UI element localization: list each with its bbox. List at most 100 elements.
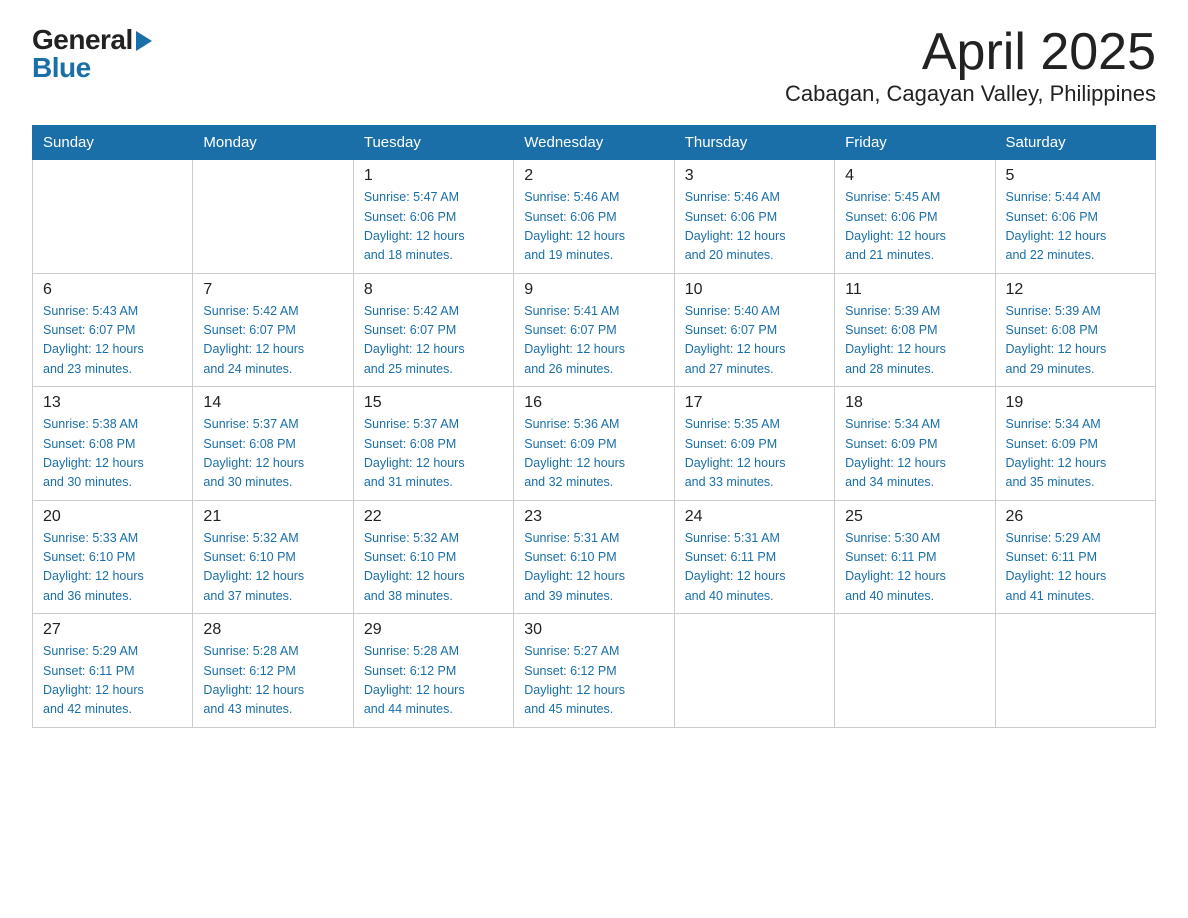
calendar-cell: 13Sunrise: 5:38 AM Sunset: 6:08 PM Dayli… [33, 387, 193, 501]
day-info: Sunrise: 5:41 AM Sunset: 6:07 PM Dayligh… [524, 302, 663, 380]
day-info: Sunrise: 5:46 AM Sunset: 6:06 PM Dayligh… [685, 188, 824, 266]
day-number: 8 [364, 281, 503, 299]
calendar-cell: 11 Sunrise: 5:39 AM Sunset: 6:08 PM Dayli… [835, 273, 995, 387]
logo-arrow-icon [136, 31, 152, 51]
day-info: Sunrise: 5:44 AM Sunset: 6:06 PM Dayligh… [1006, 188, 1145, 266]
calendar-cell: 5Sunrise: 5:44 AM Sunset: 6:06 PM Daylig… [995, 160, 1155, 274]
calendar-cell: 2Sunrise: 5:46 AM Sunset: 6:06 PM Daylig… [514, 160, 674, 274]
calendar-week-3: 13Sunrise: 5:38 AM Sunset: 6:08 PM Dayli… [33, 387, 1156, 501]
day-info: Sunrise: 5:31 AM Sunset: 6:10 PM Dayligh… [524, 529, 663, 607]
day-number: 9 [524, 281, 663, 299]
day-number: 24 [685, 508, 824, 526]
day-info: Sunrise: 5:34 AM Sunset: 6:09 PM Dayligh… [845, 415, 984, 493]
calendar-cell: 14Sunrise: 5:37 AM Sunset: 6:08 PM Dayli… [193, 387, 353, 501]
day-info: Sunrise: 5:32 AM Sunset: 6:10 PM Dayligh… [203, 529, 342, 607]
day-number: 7 [203, 281, 342, 299]
page-header: General Blue April 2025 Cabagan, Cagayan… [32, 24, 1156, 107]
calendar-cell: 20Sunrise: 5:33 AM Sunset: 6:10 PM Dayli… [33, 500, 193, 614]
day-info: Sunrise: 5:42 AM Sunset: 6:07 PM Dayligh… [203, 302, 342, 380]
calendar-cell: 30 Sunrise: 5:27 AM Sunset: 6:12 PM Dayli… [514, 614, 674, 728]
calendar-cell: 9 Sunrise: 5:41 AM Sunset: 6:07 PM Daylig… [514, 273, 674, 387]
day-info: Sunrise: 5:30 AM Sunset: 6:11 PM Dayligh… [845, 529, 984, 607]
day-info: Sunrise: 5:29 AM Sunset: 6:11 PM Dayligh… [1006, 529, 1145, 607]
day-info: Sunrise: 5:45 AM Sunset: 6:06 PM Dayligh… [845, 188, 984, 266]
calendar-cell: 16 Sunrise: 5:36 AM Sunset: 6:09 PM Dayli… [514, 387, 674, 501]
day-number: 17 [685, 394, 824, 412]
day-number: 15 [364, 394, 503, 412]
day-info: Sunrise: 5:40 AM Sunset: 6:07 PM Dayligh… [685, 302, 824, 380]
day-number: 28 [203, 621, 342, 639]
day-header-monday: Monday [193, 126, 353, 160]
day-info: Sunrise: 5:28 AM Sunset: 6:12 PM Dayligh… [364, 642, 503, 720]
day-number: 22 [364, 508, 503, 526]
day-info: Sunrise: 5:39 AM Sunset: 6:08 PM Dayligh… [845, 302, 984, 380]
day-number: 6 [43, 281, 182, 299]
calendar-cell [674, 614, 834, 728]
day-info: Sunrise: 5:27 AM Sunset: 6:12 PM Dayligh… [524, 642, 663, 720]
day-header-friday: Friday [835, 126, 995, 160]
day-number: 13 [43, 394, 182, 412]
day-number: 30 [524, 621, 663, 639]
day-number: 4 [845, 167, 984, 185]
day-number: 3 [685, 167, 824, 185]
day-number: 27 [43, 621, 182, 639]
day-info: Sunrise: 5:43 AM Sunset: 6:07 PM Dayligh… [43, 302, 182, 380]
day-info: Sunrise: 5:31 AM Sunset: 6:11 PM Dayligh… [685, 529, 824, 607]
calendar-header-row: SundayMondayTuesdayWednesdayThursdayFrid… [33, 126, 1156, 160]
day-header-tuesday: Tuesday [353, 126, 513, 160]
day-info: Sunrise: 5:36 AM Sunset: 6:09 PM Dayligh… [524, 415, 663, 493]
calendar-subtitle: Cabagan, Cagayan Valley, Philippines [785, 81, 1156, 107]
day-number: 29 [364, 621, 503, 639]
day-number: 16 [524, 394, 663, 412]
day-number: 20 [43, 508, 182, 526]
calendar-cell: 1 Sunrise: 5:47 AM Sunset: 6:06 PM Daylig… [353, 160, 513, 274]
day-number: 21 [203, 508, 342, 526]
calendar-cell: 21 Sunrise: 5:32 AM Sunset: 6:10 PM Dayli… [193, 500, 353, 614]
calendar-title: April 2025 [785, 24, 1156, 81]
logo: General Blue [32, 24, 152, 84]
day-info: Sunrise: 5:35 AM Sunset: 6:09 PM Dayligh… [685, 415, 824, 493]
day-number: 10 [685, 281, 824, 299]
calendar-cell: 27Sunrise: 5:29 AM Sunset: 6:11 PM Dayli… [33, 614, 193, 728]
day-number: 12 [1006, 281, 1145, 299]
day-header-saturday: Saturday [995, 126, 1155, 160]
day-number: 25 [845, 508, 984, 526]
calendar-cell: 15 Sunrise: 5:37 AM Sunset: 6:08 PM Dayli… [353, 387, 513, 501]
day-info: Sunrise: 5:42 AM Sunset: 6:07 PM Dayligh… [364, 302, 503, 380]
calendar-cell: 12 Sunrise: 5:39 AM Sunset: 6:08 PM Dayli… [995, 273, 1155, 387]
day-info: Sunrise: 5:32 AM Sunset: 6:10 PM Dayligh… [364, 529, 503, 607]
calendar-cell [835, 614, 995, 728]
day-info: Sunrise: 5:34 AM Sunset: 6:09 PM Dayligh… [1006, 415, 1145, 493]
calendar-cell [33, 160, 193, 274]
day-info: Sunrise: 5:47 AM Sunset: 6:06 PM Dayligh… [364, 188, 503, 266]
calendar-cell: 8 Sunrise: 5:42 AM Sunset: 6:07 PM Daylig… [353, 273, 513, 387]
calendar-cell: 7 Sunrise: 5:42 AM Sunset: 6:07 PM Daylig… [193, 273, 353, 387]
day-header-wednesday: Wednesday [514, 126, 674, 160]
calendar-cell: 3 Sunrise: 5:46 AM Sunset: 6:06 PM Daylig… [674, 160, 834, 274]
calendar-cell: 4 Sunrise: 5:45 AM Sunset: 6:06 PM Daylig… [835, 160, 995, 274]
title-block: April 2025 Cabagan, Cagayan Valley, Phil… [785, 24, 1156, 107]
day-number: 19 [1006, 394, 1145, 412]
calendar-cell [193, 160, 353, 274]
day-info: Sunrise: 5:37 AM Sunset: 6:08 PM Dayligh… [364, 415, 503, 493]
day-header-sunday: Sunday [33, 126, 193, 160]
calendar-cell: 10 Sunrise: 5:40 AM Sunset: 6:07 PM Dayli… [674, 273, 834, 387]
calendar-week-4: 20Sunrise: 5:33 AM Sunset: 6:10 PM Dayli… [33, 500, 1156, 614]
calendar-cell: 6 Sunrise: 5:43 AM Sunset: 6:07 PM Daylig… [33, 273, 193, 387]
calendar-cell: 25 Sunrise: 5:30 AM Sunset: 6:11 PM Dayli… [835, 500, 995, 614]
calendar-table: SundayMondayTuesdayWednesdayThursdayFrid… [32, 125, 1156, 728]
calendar-cell: 18 Sunrise: 5:34 AM Sunset: 6:09 PM Dayli… [835, 387, 995, 501]
calendar-cell: 29 Sunrise: 5:28 AM Sunset: 6:12 PM Dayli… [353, 614, 513, 728]
calendar-cell [995, 614, 1155, 728]
day-info: Sunrise: 5:28 AM Sunset: 6:12 PM Dayligh… [203, 642, 342, 720]
day-info: Sunrise: 5:39 AM Sunset: 6:08 PM Dayligh… [1006, 302, 1145, 380]
day-number: 18 [845, 394, 984, 412]
calendar-cell: 19 Sunrise: 5:34 AM Sunset: 6:09 PM Dayli… [995, 387, 1155, 501]
calendar-cell: 28 Sunrise: 5:28 AM Sunset: 6:12 PM Dayli… [193, 614, 353, 728]
day-number: 23 [524, 508, 663, 526]
calendar-cell: 17 Sunrise: 5:35 AM Sunset: 6:09 PM Dayli… [674, 387, 834, 501]
day-number: 11 [845, 281, 984, 299]
calendar-cell: 23 Sunrise: 5:31 AM Sunset: 6:10 PM Dayli… [514, 500, 674, 614]
day-number: 1 [364, 167, 503, 185]
day-header-thursday: Thursday [674, 126, 834, 160]
